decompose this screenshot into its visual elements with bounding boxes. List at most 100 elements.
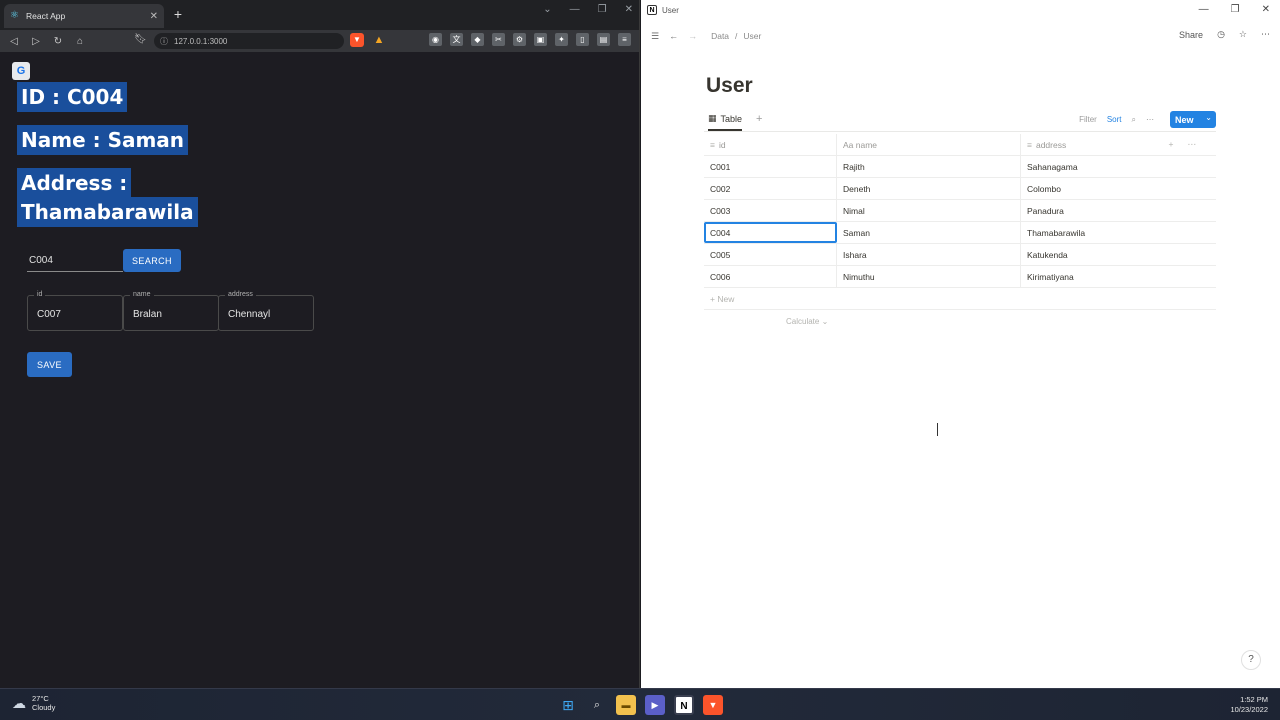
sidebar-menu-icon[interactable]: ☰ <box>651 31 659 42</box>
calculate-button[interactable]: Calculate ⌄ <box>786 317 828 326</box>
close-window-button[interactable]: ✕ <box>1262 4 1270 15</box>
close-window-button[interactable]: ✕ <box>625 4 633 15</box>
chevron-down-icon[interactable]: ⌄ <box>1205 113 1212 122</box>
back-icon[interactable]: ◁ <box>8 36 20 47</box>
tab-table-view[interactable]: ▦ Table <box>708 113 743 131</box>
cell-address[interactable]: Colombo <box>1021 178 1216 199</box>
sort-button[interactable]: Sort <box>1107 115 1122 125</box>
cell-address[interactable]: Katukenda <box>1021 244 1216 265</box>
cell-name[interactable]: Ishara <box>837 244 1021 265</box>
brave-rewards-icon[interactable]: ▲ <box>372 33 386 47</box>
menu-icon[interactable]: ≡ <box>618 33 631 46</box>
search-button[interactable]: SEARCH <box>123 249 181 272</box>
cell-id[interactable]: C002 <box>704 178 837 199</box>
forward-arrow-icon[interactable]: → <box>688 31 697 41</box>
search-id-input[interactable] <box>27 250 123 272</box>
id-field[interactable]: id C007 <box>27 291 123 331</box>
table-row[interactable]: C001 Rajith Sahanagama <box>704 156 1216 178</box>
close-tab-icon[interactable]: ✕ <box>150 11 158 22</box>
reload-icon[interactable]: ↻ <box>52 36 64 47</box>
cell-id[interactable]: C001 <box>704 156 837 177</box>
help-button[interactable]: ? <box>1241 650 1261 670</box>
brave-browser-icon[interactable]: ▼ <box>703 695 723 715</box>
new-record-button[interactable]: New ⌄ <box>1170 111 1216 128</box>
back-arrow-icon[interactable]: ← <box>669 31 678 41</box>
breadcrumb-item[interactable]: User <box>743 31 761 41</box>
cell-name[interactable]: Rajith <box>837 156 1021 177</box>
wallet-icon[interactable]: ▤ <box>597 33 610 46</box>
translate-extension-icon[interactable]: 文 <box>450 33 463 46</box>
table-row[interactable]: C004 Saman Thamabarawila <box>704 222 1216 244</box>
save-button[interactable]: SAVE <box>27 352 72 377</box>
filter-button[interactable]: Filter <box>1079 115 1097 125</box>
extensions-puzzle-icon[interactable]: ✦ <box>555 33 568 46</box>
more-options-icon[interactable]: ⋯ <box>1146 115 1154 125</box>
text-property-icon: ≡ <box>1027 140 1032 150</box>
cell-address[interactable]: Thamabarawila <box>1021 222 1216 243</box>
add-view-icon[interactable]: + <box>756 113 762 125</box>
new-tab-button[interactable]: + <box>170 6 186 22</box>
extension-icon[interactable]: ▣ <box>534 33 547 46</box>
page-title[interactable]: User <box>706 74 753 98</box>
cell-name[interactable]: Saman <box>837 222 1021 243</box>
search-icon[interactable]: ⌕ <box>587 695 607 715</box>
column-header-name[interactable]: Aa name <box>837 134 1021 155</box>
address-field[interactable]: address Chennayl <box>218 291 314 331</box>
cell-address[interactable]: Kirimatiyana <box>1021 266 1216 287</box>
window-controls: ⌄ — ❐ ✕ <box>543 4 633 15</box>
address-field-label: address <box>225 291 256 298</box>
bookmark-icon[interactable]: 🔖︎ <box>134 34 147 45</box>
cell-id[interactable]: C005 <box>704 244 837 265</box>
notion-app-icon[interactable]: N <box>674 695 694 715</box>
forward-icon[interactable]: ▷ <box>30 36 42 47</box>
file-explorer-icon[interactable]: ▬ <box>616 695 636 715</box>
system-clock[interactable]: 1:52 PM 10/23/2022 <box>1230 695 1268 715</box>
column-header-id[interactable]: ≡ id <box>704 134 837 155</box>
address-value-heading: Thamabarawila <box>17 197 198 227</box>
table-row[interactable]: C005 Ishara Katukenda <box>704 244 1216 266</box>
maximize-button[interactable]: ❐ <box>598 4 607 15</box>
more-options-icon[interactable]: ⋯ <box>1261 29 1270 40</box>
browser-tab-react-app[interactable]: ⚛ React App ✕ <box>4 4 164 28</box>
extension-icon[interactable]: ◆ <box>471 33 484 46</box>
more-options-icon[interactable]: ⋯ <box>1188 139 1197 150</box>
windows-start-icon[interactable]: ⊞ <box>558 695 578 715</box>
id-field-value: C007 <box>37 309 61 320</box>
cell-name[interactable]: Nimal <box>837 200 1021 221</box>
maximize-button[interactable]: ❐ <box>1231 4 1240 15</box>
cell-address[interactable]: Panadura <box>1021 200 1216 221</box>
home-icon[interactable]: ⌂ <box>74 36 86 47</box>
react-app-browser-window: ⚛ React App ✕ + ⌄ — ❐ ✕ ◁ ▷ ↻ ⌂ 🔖︎ ⓘ 127… <box>0 0 640 688</box>
google-translate-icon[interactable]: G <box>12 62 30 80</box>
column-header-address[interactable]: ≡ address + ⋯ <box>1021 134 1216 155</box>
cell-id-focused[interactable]: C004 <box>704 222 837 243</box>
cell-id[interactable]: C003 <box>704 200 837 221</box>
extension-icon[interactable]: ✂ <box>492 33 505 46</box>
cell-address[interactable]: Sahanagama <box>1021 156 1216 177</box>
teams-chat-icon[interactable]: ▶ <box>645 695 665 715</box>
extension-icon[interactable]: ◉ <box>429 33 442 46</box>
add-property-icon[interactable]: + <box>1169 139 1174 150</box>
tab-search-icon[interactable]: ⌄ <box>543 4 551 15</box>
minimize-button[interactable]: — <box>570 4 580 15</box>
table-row[interactable]: C002 Deneth Colombo <box>704 178 1216 200</box>
site-info-icon[interactable]: ⓘ <box>160 36 168 47</box>
brave-shields-icon[interactable]: ▼ <box>350 33 364 47</box>
add-new-row-button[interactable]: + New <box>704 288 1216 310</box>
search-icon[interactable]: ⌕ <box>1132 115 1136 125</box>
updates-clock-icon[interactable]: ◷ <box>1217 29 1225 40</box>
cell-name[interactable]: Deneth <box>837 178 1021 199</box>
cell-name[interactable]: Nimuthu <box>837 266 1021 287</box>
share-button[interactable]: Share <box>1179 30 1203 40</box>
name-field[interactable]: name Bralan <box>123 291 219 331</box>
sidebar-icon[interactable]: ▯ <box>576 33 589 46</box>
table-row[interactable]: C003 Nimal Panadura <box>704 200 1216 222</box>
weather-widget[interactable]: ☁ 27°C Cloudy <box>12 694 55 712</box>
minimize-button[interactable]: — <box>1199 4 1209 15</box>
breadcrumb-item[interactable]: Data <box>711 31 729 41</box>
table-row[interactable]: C006 Nimuthu Kirimatiyana <box>704 266 1216 288</box>
cell-id[interactable]: C006 <box>704 266 837 287</box>
favorite-star-icon[interactable]: ☆ <box>1239 29 1247 40</box>
extension-icon[interactable]: ⚙ <box>513 33 526 46</box>
address-bar[interactable]: ⓘ 127.0.0.1:3000 <box>154 33 344 49</box>
